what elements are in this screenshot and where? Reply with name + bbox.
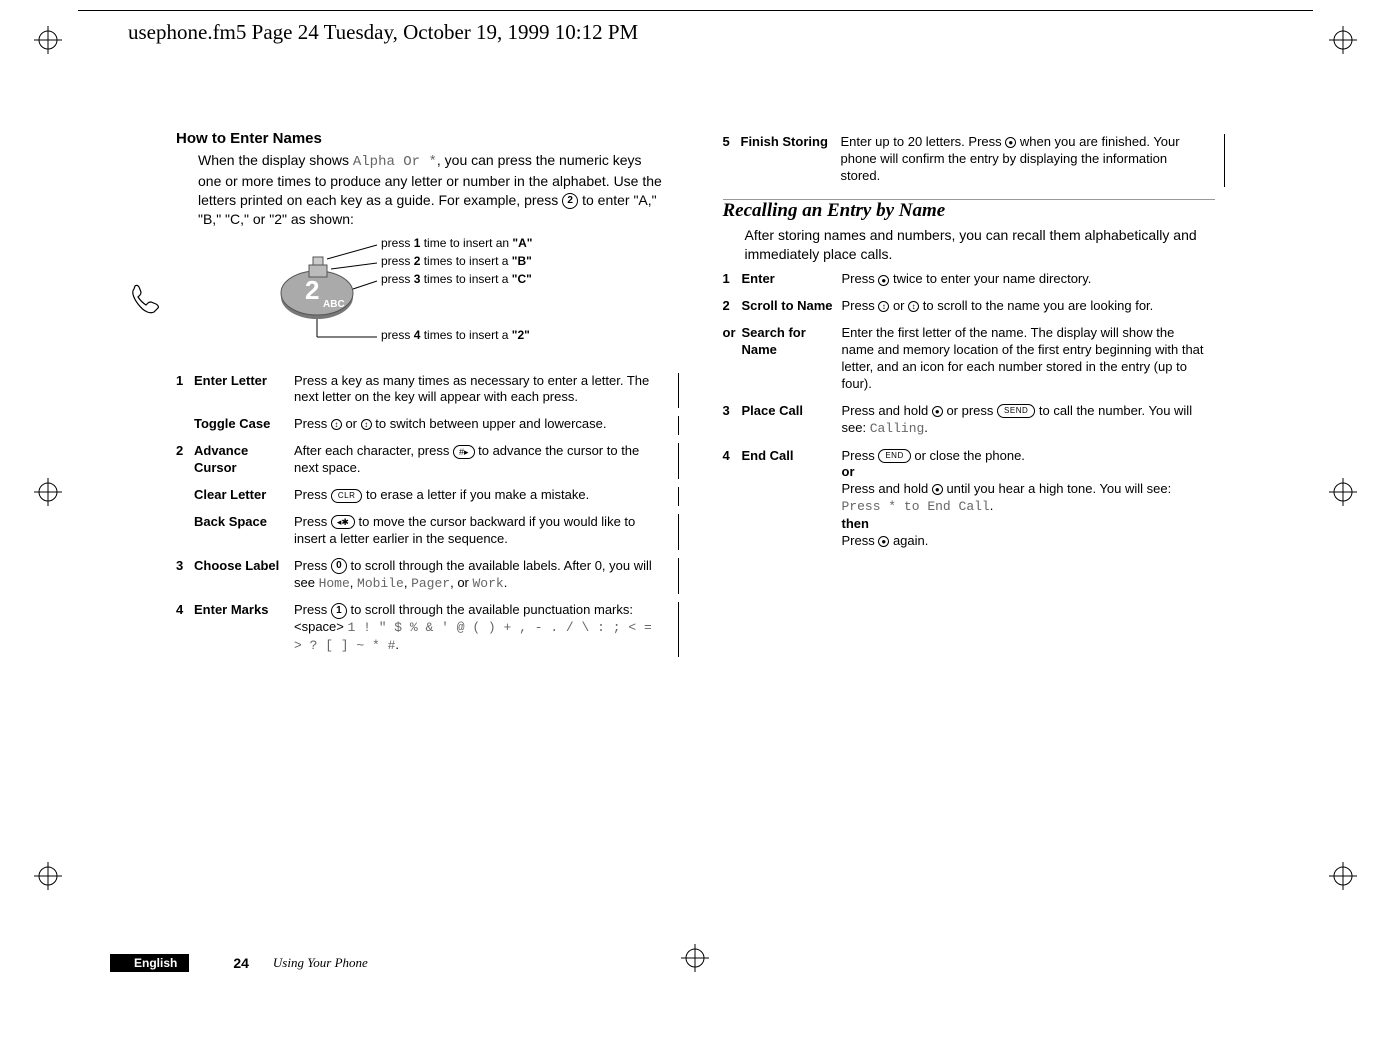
step-row: 3 Choose Label Press 0 to scroll through… bbox=[176, 554, 669, 599]
intro-text: When the display shows bbox=[198, 152, 353, 168]
then-label: then bbox=[842, 516, 869, 531]
step-number: 4 bbox=[723, 444, 742, 556]
footer-page-title: Using Your Phone bbox=[273, 955, 368, 971]
phone-icon bbox=[128, 284, 162, 318]
step-row: 1 Enter Press ● twice to enter your name… bbox=[723, 267, 1216, 294]
scroll-down-icon: ↕ bbox=[361, 419, 372, 430]
step-desc: Enter up to 20 letters. Press ● when you… bbox=[841, 130, 1216, 191]
page-header: usephone.fm5 Page 24 Tuesday, October 19… bbox=[128, 20, 638, 45]
crop-mark-icon bbox=[34, 26, 62, 54]
step-label: Choose Label bbox=[194, 554, 294, 599]
display-calling: Calling bbox=[870, 421, 925, 436]
page-footer: English 24 Using Your Phone bbox=[110, 954, 368, 972]
how-to-heading: How to Enter Names bbox=[176, 130, 669, 147]
keycap-number: 2 bbox=[305, 275, 319, 305]
step-label: Scroll to Name bbox=[742, 294, 842, 321]
select-key-icon: ● bbox=[1005, 137, 1016, 148]
step-desc: Press ↕ or ↕ to switch between upper and… bbox=[294, 412, 669, 439]
step-row: Back Space Press ◂✱ to move the cursor b… bbox=[176, 510, 669, 554]
step-row: 4 End Call Press END or close the phone.… bbox=[723, 444, 1216, 556]
step-number: 2 bbox=[723, 294, 742, 321]
crop-mark-icon bbox=[34, 862, 62, 890]
step-label: Back Space bbox=[194, 510, 294, 554]
svg-text:press 4 times to insert a "2": press 4 times to insert a "2" bbox=[381, 328, 530, 342]
step-label: Place Call bbox=[742, 399, 842, 444]
step-desc: Press END or close the phone. or Press a… bbox=[842, 444, 1216, 556]
step-desc: Press 0 to scroll through the available … bbox=[294, 554, 669, 599]
step-row: 1 Enter Letter Press a key as many times… bbox=[176, 369, 669, 413]
select-key-icon: ● bbox=[878, 536, 889, 547]
punctuation-list: 1 ! " $ % & ' @ ( ) + , - . / \ : ; < = … bbox=[294, 620, 652, 653]
key-0-icon: 0 bbox=[331, 558, 347, 574]
step-row: Clear Letter Press CLR to erase a letter… bbox=[176, 483, 669, 510]
step-label: Finish Storing bbox=[741, 130, 841, 191]
step-label: End Call bbox=[742, 444, 842, 556]
step-number: 2 bbox=[176, 439, 194, 483]
key-2-icon: 2 bbox=[562, 193, 578, 209]
display-text: Alpha Or * bbox=[353, 154, 437, 170]
step-label: Search for Name bbox=[742, 321, 842, 399]
clr-key-icon: CLR bbox=[331, 489, 363, 503]
select-key-icon: ● bbox=[932, 406, 943, 417]
step-number: 5 bbox=[723, 130, 741, 191]
step-number: 1 bbox=[723, 267, 742, 294]
step-number: 4 bbox=[176, 598, 194, 661]
hash-key-icon: #▸ bbox=[453, 445, 475, 459]
crop-mark-icon bbox=[34, 478, 62, 506]
svg-text:press 1 time to insert an "A": press 1 time to insert an "A" bbox=[381, 236, 532, 250]
step-desc: After each character, press #▸ to advanc… bbox=[294, 439, 669, 483]
recalling-heading: Recalling an Entry by Name bbox=[723, 199, 1216, 222]
scroll-up-icon: ↕ bbox=[331, 419, 342, 430]
step-or: or bbox=[723, 321, 742, 399]
crop-mark-icon bbox=[1329, 478, 1357, 506]
step-number: 1 bbox=[176, 369, 194, 413]
step-desc: Press ◂✱ to move the cursor backward if … bbox=[294, 510, 669, 554]
step-row: 2 Scroll to Name Press ↕ or ↕ to scroll … bbox=[723, 294, 1216, 321]
step-desc: Enter the first letter of the name. The … bbox=[842, 321, 1216, 399]
step-desc: Press CLR to erase a letter if you make … bbox=[294, 483, 669, 510]
step-label: Advance Cursor bbox=[194, 439, 294, 483]
step-row: 5 Finish Storing Enter up to 20 letters.… bbox=[723, 130, 1216, 191]
select-key-icon: ● bbox=[878, 275, 889, 286]
scroll-down-icon: ↕ bbox=[908, 301, 919, 312]
step-label: Toggle Case bbox=[194, 412, 294, 439]
display-endcall: Press * to End Call bbox=[842, 499, 990, 514]
steps-table-left: 1 Enter Letter Press a key as many times… bbox=[176, 369, 669, 662]
step-desc: Press ● twice to enter your name directo… bbox=[842, 267, 1216, 294]
svg-text:press 2 times to insert a "B": press 2 times to insert a "B" bbox=[381, 254, 532, 268]
step-number: 3 bbox=[176, 554, 194, 599]
or-label: or bbox=[842, 464, 855, 479]
step-row: Toggle Case Press ↕ or ↕ to switch betwe… bbox=[176, 412, 669, 439]
step-label: Clear Letter bbox=[194, 483, 294, 510]
step-label: Enter bbox=[742, 267, 842, 294]
step-number: 3 bbox=[723, 399, 742, 444]
keycap-letters: ABC bbox=[323, 299, 345, 310]
footer-page-number: 24 bbox=[233, 955, 249, 971]
crop-mark-icon bbox=[1329, 862, 1357, 890]
key-press-figure: 2 ABC press 1 time to insert an "A" pres… bbox=[176, 235, 669, 355]
step5-table: 5 Finish Storing Enter up to 20 letters.… bbox=[723, 130, 1216, 191]
svg-text:press 3 times to insert a "C": press 3 times to insert a "C" bbox=[381, 272, 532, 286]
how-to-intro: When the display shows Alpha Or *, you c… bbox=[198, 151, 669, 229]
step-label: Enter Marks bbox=[194, 598, 294, 661]
step-row: 2 Advance Cursor After each character, p… bbox=[176, 439, 669, 483]
recalling-intro: After storing names and numbers, you can… bbox=[745, 226, 1216, 264]
footer-language: English bbox=[110, 954, 189, 972]
step-label: Enter Letter bbox=[194, 369, 294, 413]
send-key-icon: SEND bbox=[997, 404, 1035, 418]
step-row: 3 Place Call Press and hold ● or press S… bbox=[723, 399, 1216, 444]
key-1-icon: 1 bbox=[331, 603, 347, 619]
step-desc: Press a key as many times as necessary t… bbox=[294, 369, 669, 413]
select-key-icon: ● bbox=[932, 484, 943, 495]
steps-table-right: 1 Enter Press ● twice to enter your name… bbox=[723, 267, 1216, 555]
step-desc: Press and hold ● or press SEND to call t… bbox=[842, 399, 1216, 444]
step-desc: Press ↕ or ↕ to scroll to the name you a… bbox=[842, 294, 1216, 321]
end-key-icon: END bbox=[878, 449, 910, 463]
crop-mark-icon bbox=[1329, 26, 1357, 54]
step-row: or Search for Name Enter the first lette… bbox=[723, 321, 1216, 399]
scroll-up-icon: ↕ bbox=[878, 301, 889, 312]
step-row: 4 Enter Marks Press 1 to scroll through … bbox=[176, 598, 669, 661]
step-desc: Press 1 to scroll through the available … bbox=[294, 598, 669, 661]
star-key-icon: ◂✱ bbox=[331, 515, 355, 529]
